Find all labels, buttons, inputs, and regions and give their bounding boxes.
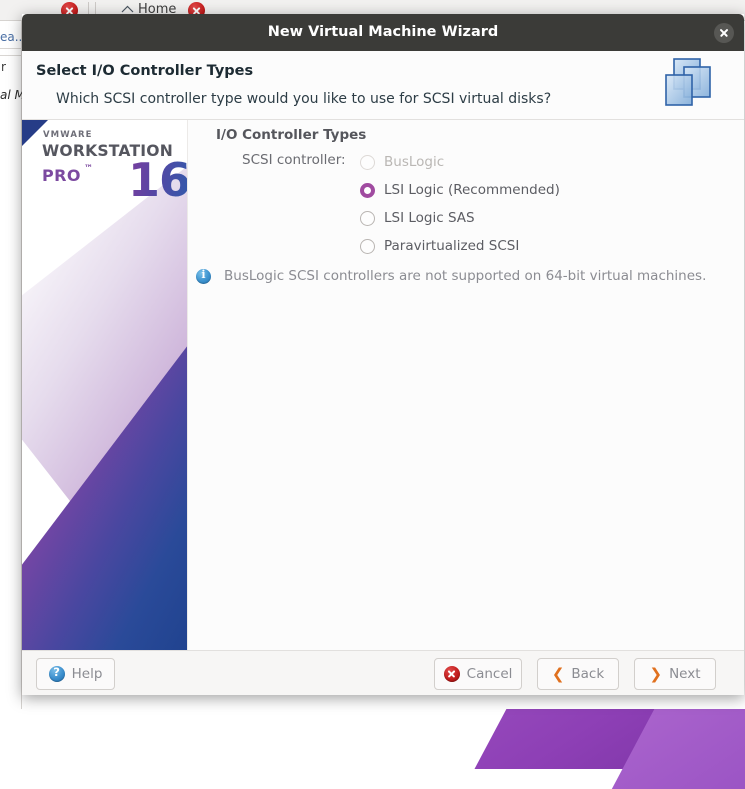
close-icon[interactable] (714, 23, 734, 43)
radio-mark[interactable] (360, 211, 375, 226)
back-button-label: Back (571, 666, 604, 682)
radio-label: Paravirtualized SCSI (384, 238, 519, 254)
help-icon (49, 666, 65, 682)
edition-name: PRO (42, 166, 81, 185)
radio-label: LSI Logic (Recommended) (384, 182, 560, 198)
dialog-title: New Virtual Machine Wizard (22, 24, 744, 40)
radio-label: LSI Logic SAS (384, 210, 475, 226)
radio-mark[interactable] (360, 183, 375, 198)
section-heading: I/O Controller Types (216, 127, 366, 143)
next-button[interactable]: ❯ Next (634, 658, 716, 690)
page-title: Select I/O Controller Types (36, 63, 253, 79)
radio-option-paravirtualized-scsi[interactable]: Paravirtualized SCSI (360, 232, 560, 260)
scsi-controller-radio-group: BusLogic LSI Logic (Recommended) LSI Log… (360, 148, 560, 260)
virtual-disks-icon (660, 55, 722, 113)
cancel-button[interactable]: Cancel (434, 658, 522, 690)
dialog-title-bar: New Virtual Machine Wizard (22, 14, 744, 51)
radio-mark (360, 155, 375, 170)
branding-sidebar: VMWARE WORKSTATION PRO ™ 16 (22, 120, 188, 650)
new-virtual-machine-wizard-dialog: New Virtual Machine Wizard Select I/O Co… (22, 14, 744, 695)
chevron-right-icon: ❯ (649, 667, 662, 682)
radio-mark[interactable] (360, 239, 375, 254)
background-text-fragment: r (1, 60, 6, 74)
radio-option-buslogic: BusLogic (360, 148, 560, 176)
version-number: 16 (128, 153, 188, 207)
background-side-column (0, 21, 22, 709)
help-button[interactable]: Help (36, 658, 115, 690)
dialog-body: VMWARE WORKSTATION PRO ™ 16 I/O Controll… (22, 120, 744, 650)
help-button-label: Help (72, 666, 103, 682)
vendor-name: VMWARE (43, 130, 188, 140)
info-message: BusLogic SCSI controllers are not suppor… (196, 268, 706, 284)
radio-option-lsi-logic-sas[interactable]: LSI Logic SAS (360, 204, 560, 232)
cancel-icon (444, 666, 460, 682)
trademark-symbol: ™ (84, 164, 93, 174)
scsi-controller-label: SCSI controller: (242, 152, 346, 168)
next-button-label: Next (669, 666, 700, 682)
cancel-button-label: Cancel (467, 666, 513, 682)
dialog-header: Select I/O Controller Types Which SCSI c… (22, 51, 744, 120)
info-message-text: BusLogic SCSI controllers are not suppor… (224, 268, 706, 284)
radio-label: BusLogic (384, 154, 444, 170)
content-pane: I/O Controller Types SCSI controller: Bu… (188, 120, 744, 650)
background-divider (0, 55, 22, 56)
vmware-logo: VMWARE WORKSTATION PRO ™ 16 (22, 120, 188, 207)
info-icon (196, 269, 211, 284)
background-divider (0, 48, 22, 49)
chevron-left-icon: ❮ (552, 667, 565, 682)
radio-option-lsi-logic[interactable]: LSI Logic (Recommended) (360, 176, 560, 204)
page-subtitle: Which SCSI controller type would you lik… (56, 91, 551, 107)
dialog-footer: Help Cancel ❮ Back ❯ Next (22, 650, 744, 695)
back-button[interactable]: ❮ Back (537, 658, 619, 690)
